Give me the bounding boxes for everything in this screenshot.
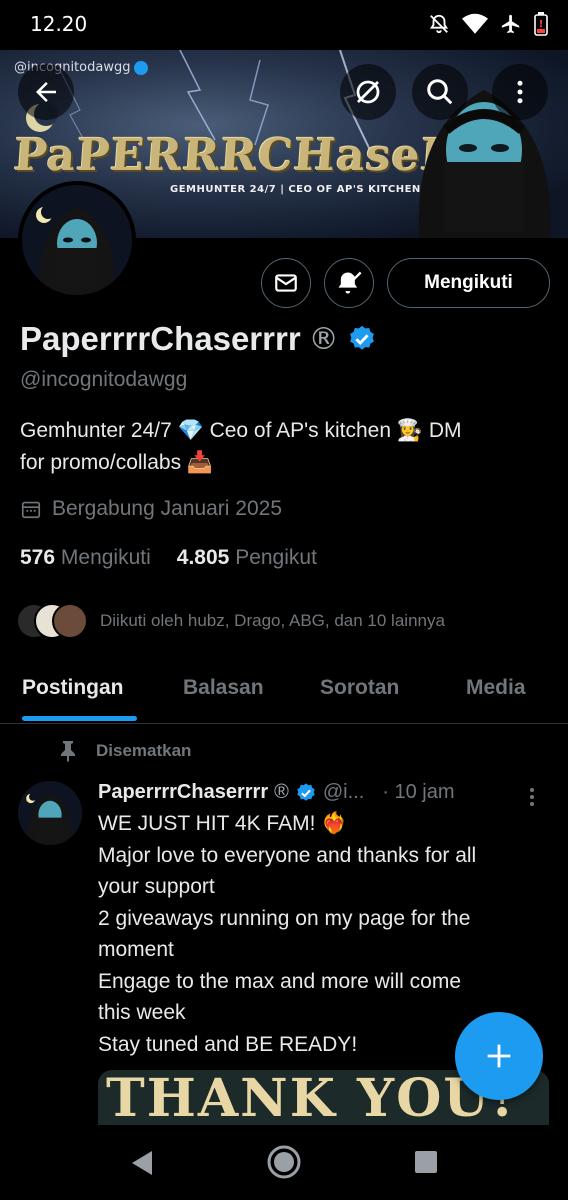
avatar-image: [18, 781, 82, 845]
following-count-link[interactable]: 576 Mengikuti: [20, 546, 151, 570]
compose-button[interactable]: [455, 1012, 543, 1100]
followers-count-link[interactable]: 4.805 Pengikut: [177, 546, 317, 570]
tweet-author-handle: @i...: [322, 781, 365, 803]
nav-recents-icon[interactable]: [414, 1150, 438, 1174]
battery-low-icon: !: [534, 12, 548, 36]
pinned-label-row: Disematkan: [58, 740, 191, 762]
display-name-row: PaperrrrChaserrrr ®: [20, 320, 377, 358]
tab-replies[interactable]: Balasan: [183, 676, 264, 700]
svg-text:!: !: [539, 19, 544, 30]
tab-highlights[interactable]: Sorotan: [320, 676, 399, 700]
more-options-button[interactable]: [492, 64, 548, 120]
verified-badge-icon: [134, 60, 149, 75]
search-icon: [427, 79, 453, 105]
bell-check-icon: [338, 271, 362, 294]
arrow-left-icon: [36, 82, 56, 102]
registered-mark: ®: [308, 321, 339, 357]
nav-back-icon[interactable]: [130, 1150, 154, 1176]
search-button[interactable]: [412, 64, 468, 120]
registered-mark: ®: [274, 781, 289, 803]
avatar: [52, 603, 88, 639]
pin-icon: [61, 741, 75, 762]
media-thank-you-text: THANK YOU!: [106, 1070, 516, 1128]
grok-button[interactable]: [340, 64, 396, 120]
verified-badge-icon[interactable]: [295, 782, 317, 804]
following-button[interactable]: Mengikuti: [387, 258, 550, 308]
profile-tabs: Postingan Balasan Sorotan Media: [0, 660, 568, 724]
status-time: 12.20: [30, 12, 88, 36]
notify-button[interactable]: [324, 258, 374, 308]
airplane-mode-icon: [501, 14, 520, 34]
mutual-avatars: [16, 603, 90, 639]
calendar-icon: [21, 501, 41, 519]
followed-by-text: Diikuti oleh hubz, Drago, ABG, dan 10 la…: [100, 611, 445, 630]
avatar-image: [22, 185, 132, 295]
follow-counts: 576 Mengikuti 4.805 Pengikut: [20, 546, 317, 570]
followed-by-row[interactable]: Diikuti oleh hubz, Drago, ABG, dan 10 la…: [16, 603, 445, 639]
message-button[interactable]: [261, 258, 311, 308]
tab-media[interactable]: Media: [466, 676, 526, 700]
wifi-icon: [462, 13, 488, 34]
active-tab-indicator: [22, 716, 137, 721]
bio-line-1: Gemhunter 24/7 💎 Ceo of AP's kitchen 👩‍🍳…: [20, 419, 462, 442]
back-button[interactable]: [18, 64, 74, 120]
status-icons: !: [428, 12, 548, 36]
tweet-author-name[interactable]: PaperrrrChaserrrr: [98, 781, 268, 804]
mail-icon: [275, 274, 297, 292]
tab-posts[interactable]: Postingan: [22, 676, 124, 700]
tweet-author-avatar[interactable]: [18, 781, 82, 845]
plus-icon: [487, 1044, 511, 1068]
grok-icon: [356, 80, 380, 104]
joined-date: Bergabung Januari 2025: [20, 497, 282, 521]
tweet-header: PaperrrrChaserrrr ® @i... · 10 jam: [98, 781, 548, 806]
more-vertical-icon[interactable]: [522, 785, 542, 809]
banner-subtitle-art: GEMHUNTER 24/7 | CEO OF AP'S KITCHEN: [170, 184, 421, 195]
tweet-time[interactable]: · 10 jam: [382, 781, 454, 804]
bio-line-2: for promo/collabs 📥: [20, 451, 214, 474]
notifications-off-icon: [429, 14, 449, 34]
status-bar: 12.20 !: [0, 0, 568, 50]
system-nav-bar: [0, 1125, 568, 1200]
profile-avatar[interactable]: [18, 181, 136, 299]
profile-handle: @incognitodawgg: [20, 368, 188, 391]
profile-bio: Gemhunter 24/7 💎 Ceo of AP's kitchen 👩‍🍳…: [20, 415, 550, 479]
more-vertical-icon: [517, 80, 523, 104]
nav-home-icon[interactable]: [266, 1144, 302, 1180]
verified-badge-icon[interactable]: [347, 324, 377, 354]
display-name: PaperrrrChaserrrr: [20, 320, 301, 357]
